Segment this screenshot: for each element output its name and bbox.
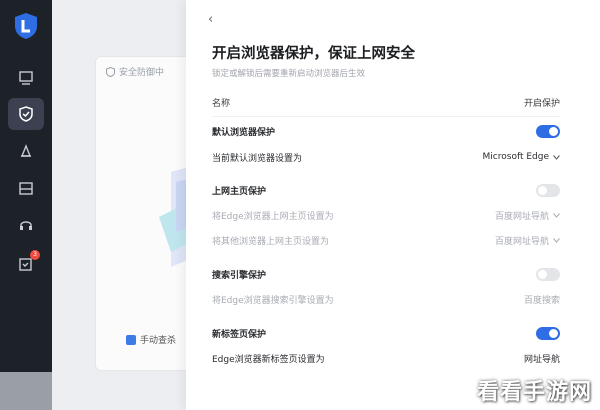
setting-search-engine: 将Edge浏览器搜索引擎设置为 百度搜索: [212, 291, 560, 307]
search-engine-value: 百度搜索: [523, 295, 560, 306]
edge-homepage-dropdown[interactable]: 百度网址导航: [495, 209, 560, 222]
chevron-down-icon: [553, 237, 560, 243]
section-title: 新标签页保护: [212, 329, 267, 340]
broom-icon[interactable]: [16, 142, 36, 162]
other-homepage-dropdown[interactable]: 百度网址导航: [495, 234, 560, 247]
new-tab-toggle[interactable]: [536, 326, 560, 340]
setting-label: 将Edge浏览器上网主页设置为: [212, 211, 334, 222]
section-default-browser: 默认浏览器保护: [212, 123, 560, 139]
section-new-tab: 新标签页保护: [212, 325, 560, 341]
homepage-toggle[interactable]: [536, 183, 560, 197]
browser-protection-panel: ‹ 开启浏览器保护，保证上网安全 锁定或解锁后需要重新启动浏览器后生效 名称 开…: [186, 0, 600, 410]
shield-check-icon[interactable]: [16, 104, 36, 124]
section-title: 搜索引擎保护: [212, 270, 267, 281]
setting-default-browser: 当前默认浏览器设置为 Microsoft Edge: [212, 149, 560, 165]
page-title: 开启浏览器保护，保证上网安全: [212, 46, 415, 62]
dropdown-value: 百度网址导航: [494, 211, 549, 222]
rail-bottom-area: [0, 372, 52, 410]
headset-icon[interactable]: [16, 215, 36, 235]
shield-icon: [106, 66, 115, 77]
app-logo-icon[interactable]: [13, 12, 39, 40]
section-homepage: 上网主页保护: [212, 182, 560, 198]
dropdown-value: Microsoft Edge: [482, 152, 549, 162]
setting-label: Edge浏览器新标签页设置为: [212, 354, 325, 365]
manual-scan-button[interactable]: 手动查杀: [126, 333, 176, 346]
setting-label: 将Edge浏览器搜索引擎设置为: [212, 295, 334, 306]
toolbox-icon[interactable]: [16, 178, 36, 198]
chevron-down-icon: [553, 212, 560, 218]
default-browser-dropdown[interactable]: Microsoft Edge: [483, 152, 560, 162]
page-subtitle: 锁定或解锁后需要重新启动浏览器后生效: [212, 69, 366, 79]
notification-badge: 3: [30, 250, 40, 260]
new-tab-value: 网址导航: [523, 354, 560, 365]
setting-label: 当前默认浏览器设置为: [212, 153, 303, 164]
table-header: 名称 开启保护: [212, 94, 560, 110]
watermark: 看看手游网: [476, 380, 592, 405]
scan-icon: [126, 334, 136, 345]
section-title: 默认浏览器保护: [212, 127, 276, 138]
default-browser-toggle[interactable]: [536, 124, 560, 138]
divider: [212, 116, 560, 117]
monitor-icon[interactable]: [16, 68, 36, 88]
section-search-engine: 搜索引擎保护: [212, 266, 560, 282]
card-header-label: 安全防御中: [119, 68, 165, 78]
setting-label: 将其他浏览器上网主页设置为: [212, 236, 330, 247]
section-title: 上网主页保护: [212, 186, 267, 197]
search-engine-toggle[interactable]: [536, 267, 560, 281]
dropdown-value: 百度网址导航: [494, 236, 549, 247]
column-name: 名称: [212, 98, 231, 109]
setting-other-homepage: 将其他浏览器上网主页设置为 百度网址导航: [212, 232, 560, 248]
setting-new-tab: Edge浏览器新标签页设置为 网址导航: [212, 350, 560, 366]
manual-scan-label: 手动查杀: [140, 336, 177, 346]
column-status: 开启保护: [523, 98, 560, 109]
card-header: 安全防御中: [106, 65, 164, 78]
left-navigation-rail: 3: [0, 0, 52, 410]
back-button[interactable]: ‹: [208, 12, 213, 27]
setting-edge-homepage: 将Edge浏览器上网主页设置为 百度网址导航: [212, 207, 560, 223]
chevron-down-icon: [553, 154, 560, 160]
